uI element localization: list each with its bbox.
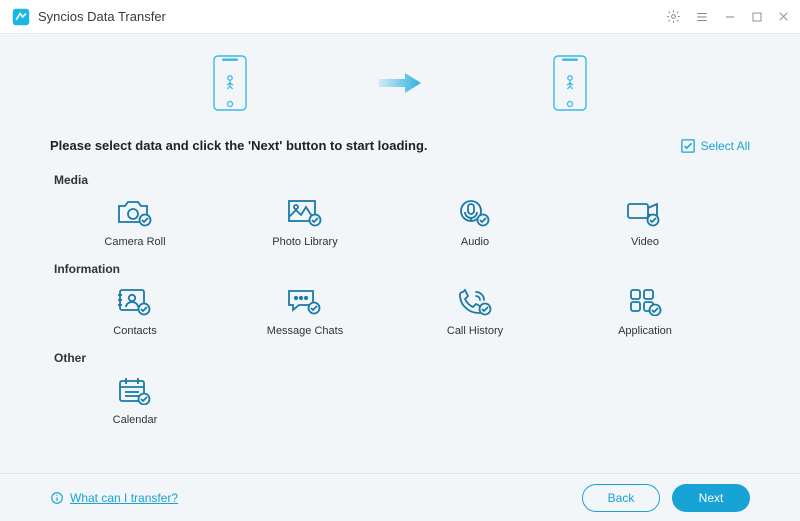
help-link[interactable]: What can I transfer? — [50, 491, 570, 505]
item-video[interactable]: Video — [560, 195, 730, 250]
call-icon — [453, 284, 497, 316]
target-device-icon — [553, 55, 587, 111]
section-media-title: Media — [54, 173, 750, 187]
item-camera-roll[interactable]: Camera Roll — [50, 195, 220, 250]
item-message-chats[interactable]: Message Chats — [220, 284, 390, 339]
photo-icon — [283, 195, 327, 227]
item-label: Message Chats — [267, 325, 343, 337]
apps-icon — [623, 284, 667, 316]
item-photo-library[interactable]: Photo Library — [220, 195, 390, 250]
app-title: Syncios Data Transfer — [38, 9, 666, 24]
checkbox-checked-icon — [681, 139, 695, 153]
item-label: Camera Roll — [104, 236, 165, 248]
back-button[interactable]: Back — [582, 484, 660, 512]
item-application[interactable]: Application — [560, 284, 730, 339]
footer: What can I transfer? Back Next — [0, 473, 800, 521]
item-label: Photo Library — [272, 236, 337, 248]
instruction-text: Please select data and click the 'Next' … — [50, 138, 428, 153]
menu-icon[interactable] — [695, 10, 709, 24]
item-label: Video — [623, 236, 667, 248]
next-button[interactable]: Next — [672, 484, 750, 512]
message-icon — [283, 284, 327, 316]
maximize-icon[interactable] — [751, 11, 763, 23]
item-audio[interactable]: Audio — [390, 195, 560, 250]
item-label: Call History — [447, 325, 503, 337]
transfer-arrow-icon — [377, 72, 423, 94]
item-call-history[interactable]: Call History — [390, 284, 560, 339]
item-label: Audio — [453, 236, 497, 248]
app-logo-icon — [12, 8, 30, 26]
item-label: Calendar — [113, 414, 158, 426]
titlebar: Syncios Data Transfer — [0, 0, 800, 34]
settings-icon[interactable] — [666, 9, 681, 24]
close-icon[interactable] — [777, 10, 790, 23]
item-contacts[interactable]: Contacts — [50, 284, 220, 339]
select-all-toggle[interactable]: Select All — [681, 139, 750, 153]
select-all-label: Select All — [701, 139, 750, 153]
camera-icon — [113, 195, 157, 227]
minimize-icon[interactable] — [723, 10, 737, 24]
source-device-icon — [213, 55, 247, 111]
help-link-label: What can I transfer? — [70, 491, 178, 505]
item-calendar[interactable]: Calendar — [50, 373, 220, 428]
calendar-icon — [113, 373, 157, 405]
video-icon — [623, 195, 667, 227]
item-label: Application — [618, 325, 672, 337]
info-icon — [50, 491, 64, 505]
section-other-title: Other — [54, 351, 750, 365]
contacts-icon — [113, 284, 157, 316]
audio-icon — [453, 195, 497, 227]
device-illustration — [0, 44, 800, 122]
section-information-title: Information — [54, 262, 750, 276]
item-label: Contacts — [113, 325, 157, 337]
